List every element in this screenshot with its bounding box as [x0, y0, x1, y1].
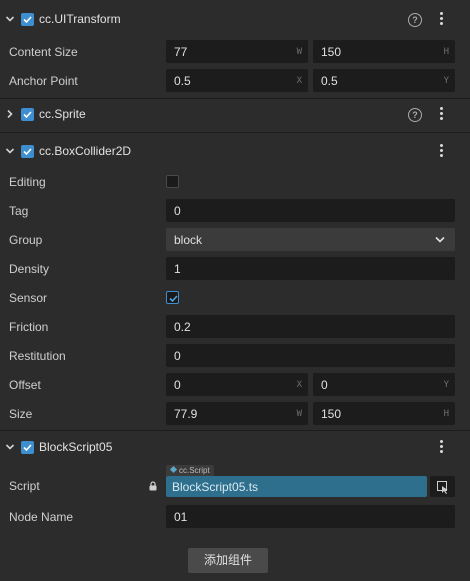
size-h-value: 150	[321, 407, 342, 421]
chevron-down-icon[interactable]	[5, 14, 15, 24]
script-label: Script	[9, 479, 40, 493]
node-name-value: 01	[174, 510, 188, 524]
check-icon	[23, 148, 32, 156]
offset-x-value: 0	[174, 378, 181, 392]
offset-label: Offset	[9, 378, 41, 392]
anchor-point-x-unit: X	[296, 76, 302, 86]
size-w-value: 77.9	[174, 407, 198, 421]
uitransform-enabled-checkbox[interactable]	[21, 13, 34, 26]
size-h-field[interactable]: 150 H	[313, 402, 455, 425]
check-icon	[169, 295, 178, 303]
help-icon[interactable]: ?	[408, 13, 422, 27]
script-asset-icon	[169, 465, 178, 474]
group-value: block	[174, 233, 203, 247]
density-label: Density	[9, 262, 50, 276]
help-icon[interactable]: ?	[408, 108, 422, 122]
chevron-down-icon[interactable]	[5, 442, 15, 452]
chevron-right-icon[interactable]	[5, 109, 15, 119]
group-select[interactable]: block	[166, 228, 455, 251]
tag-label: Tag	[9, 204, 29, 218]
divider	[0, 132, 470, 133]
sprite-header[interactable]: cc.Sprite ?	[0, 100, 470, 129]
asset-picker-icon	[437, 481, 448, 494]
content-size-h-field[interactable]: 150 H	[313, 40, 455, 63]
anchor-point-y-unit: Y	[443, 76, 449, 86]
uitransform-header[interactable]: cc.UITransform ?	[0, 5, 470, 34]
dropdown-arrow-icon	[435, 236, 445, 243]
anchor-point-y-value: 0.5	[321, 74, 338, 88]
anchor-point-x-value: 0.5	[174, 74, 191, 88]
editing-label: Editing	[9, 175, 46, 189]
check-icon	[23, 444, 32, 452]
size-w-field[interactable]: 77.9 W	[166, 402, 308, 425]
script-asset-value: BlockScript05.ts	[172, 480, 259, 494]
anchor-point-y-field[interactable]: 0.5 Y	[313, 69, 455, 92]
group-label: Group	[9, 233, 43, 247]
anchor-point-x-field[interactable]: 0.5 X	[166, 69, 308, 92]
blockscript-header[interactable]: BlockScript05	[0, 433, 470, 462]
offset-y-value: 0	[321, 378, 328, 392]
more-vertical-icon[interactable]	[438, 12, 444, 27]
restitution-field[interactable]: 0	[166, 344, 455, 367]
more-vertical-icon[interactable]	[438, 440, 444, 455]
check-icon	[23, 111, 32, 119]
offset-x-unit: X	[296, 380, 302, 390]
chevron-down-icon[interactable]	[5, 146, 15, 156]
sensor-checkbox[interactable]	[166, 291, 179, 304]
content-size-h-value: 150	[321, 45, 342, 59]
more-vertical-icon[interactable]	[438, 144, 444, 159]
sprite-title: cc.Sprite	[39, 107, 86, 121]
lock-icon	[149, 481, 157, 491]
size-h-unit: H	[443, 409, 449, 419]
script-asset-field[interactable]: BlockScript05.ts	[166, 476, 427, 497]
restitution-label: Restitution	[9, 349, 66, 363]
friction-label: Friction	[9, 320, 49, 334]
content-size-h-unit: H	[443, 47, 449, 57]
content-size-w-field[interactable]: 77 W	[166, 40, 308, 63]
editing-checkbox[interactable]	[166, 175, 179, 188]
blockscript-enabled-checkbox[interactable]	[21, 441, 34, 454]
friction-value: 0.2	[174, 320, 191, 334]
content-size-w-unit: W	[296, 47, 302, 57]
divider	[0, 430, 470, 431]
add-component-button[interactable]: 添加组件	[188, 548, 268, 573]
restitution-value: 0	[174, 349, 181, 363]
anchor-point-label: Anchor Point	[9, 74, 78, 88]
node-name-label: Node Name	[9, 510, 74, 524]
more-vertical-icon[interactable]	[438, 107, 444, 122]
offset-y-field[interactable]: 0 Y	[313, 373, 455, 396]
friction-field[interactable]: 0.2	[166, 315, 455, 338]
sensor-label: Sensor	[9, 291, 48, 305]
offset-y-unit: Y	[443, 380, 449, 390]
density-value: 1	[174, 262, 181, 276]
script-asset-type-tag: cc.Script	[166, 465, 214, 476]
size-w-unit: W	[296, 409, 302, 419]
boxcollider-header[interactable]: cc.BoxCollider2D	[0, 137, 470, 166]
blockscript-title: BlockScript05	[39, 440, 113, 454]
content-size-label: Content Size	[9, 45, 78, 59]
boxcollider-title: cc.BoxCollider2D	[39, 144, 132, 158]
divider	[0, 98, 470, 99]
content-size-w-value: 77	[174, 45, 188, 59]
tag-value: 0	[174, 204, 181, 218]
tag-field[interactable]: 0	[166, 199, 455, 222]
script-asset-type: cc.Script	[179, 466, 210, 475]
density-field[interactable]: 1	[166, 257, 455, 280]
check-icon	[23, 16, 32, 24]
size-label: Size	[9, 407, 33, 421]
offset-x-field[interactable]: 0 X	[166, 373, 308, 396]
asset-picker-button[interactable]	[430, 476, 455, 497]
boxcollider-enabled-checkbox[interactable]	[21, 145, 34, 158]
sprite-enabled-checkbox[interactable]	[21, 108, 34, 121]
node-name-field[interactable]: 01	[166, 505, 455, 528]
uitransform-title: cc.UITransform	[39, 12, 121, 26]
